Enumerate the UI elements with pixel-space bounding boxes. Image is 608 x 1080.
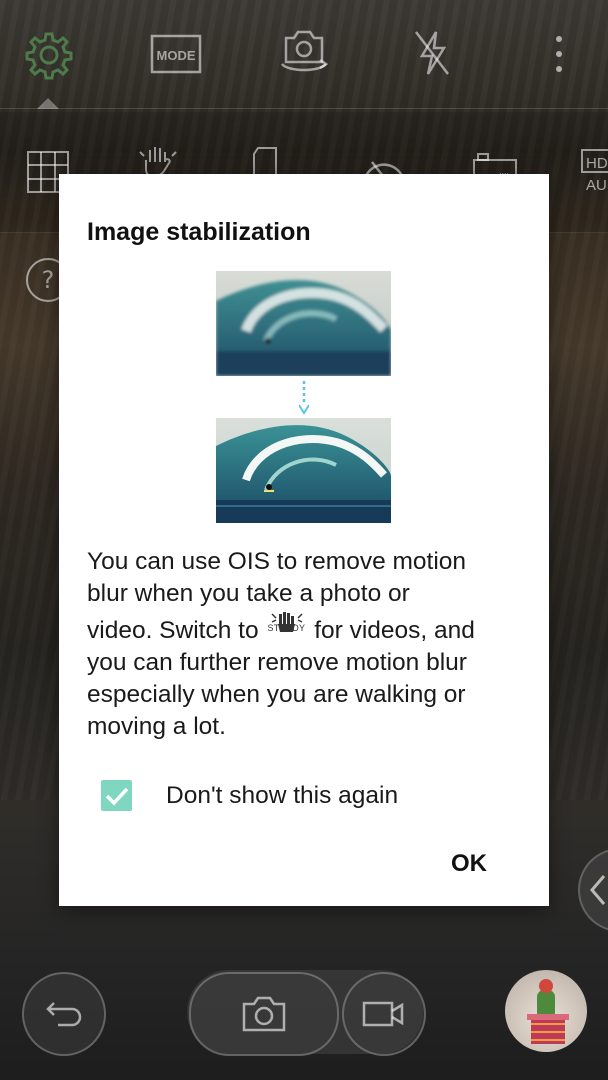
gallery-thumbnail[interactable]	[505, 970, 587, 1052]
desc-line-2: blur when you take a photo or	[87, 580, 410, 607]
video-camera-icon	[362, 1001, 404, 1027]
flash-off-icon[interactable]	[410, 28, 454, 78]
back-arrow-icon	[46, 1002, 82, 1027]
photo-capture-button[interactable]	[189, 972, 339, 1056]
back-button[interactable]	[22, 972, 106, 1056]
blurred-wave-image	[216, 271, 391, 376]
svg-text:MODE: MODE	[157, 48, 196, 63]
desc-line-6: moving a lot.	[87, 713, 226, 740]
ok-button[interactable]: OK	[451, 850, 487, 878]
camera-icon	[242, 996, 286, 1032]
steady-label: STEADY	[267, 623, 306, 633]
steady-mode-icon: STEADY	[265, 610, 307, 644]
mode-icon[interactable]: MODE	[150, 34, 202, 74]
dont-show-again-checkbox[interactable]	[101, 780, 132, 811]
checkmark-icon	[105, 787, 128, 806]
hdr-label: HD	[586, 155, 608, 172]
dialog-description: You can use OIS to remove motion blur wh…	[87, 546, 527, 743]
sharp-wave-image	[216, 418, 391, 523]
video-record-button[interactable]	[342, 972, 426, 1056]
more-icon[interactable]	[546, 32, 572, 76]
desc-line-1: You can use OIS to remove motion	[87, 548, 467, 575]
desc-line-3-post: for videos, and	[314, 617, 475, 644]
camera-top-bar: MODE	[0, 0, 608, 109]
cactus-thumbnail-image	[527, 979, 569, 1044]
image-stabilization-dialog: Image stabilization You can use OIS to r…	[59, 174, 549, 906]
camera-screen: MODE .... HD AU ? Image stabilization Yo…	[0, 0, 608, 1080]
selected-indicator	[37, 98, 59, 109]
hdr-auto-icon[interactable]: HD AU	[580, 148, 608, 196]
arrow-down-icon	[299, 381, 309, 415]
settings-icon[interactable]	[22, 28, 76, 82]
desc-line-4: you can further remove motion blur	[87, 649, 467, 676]
dont-show-again-label: Don't show this again	[166, 781, 399, 809]
dont-show-again-row[interactable]: Don't show this again	[101, 780, 398, 811]
desc-line-3: video. Switch to STEADY for videos, and	[87, 610, 527, 647]
switch-camera-icon[interactable]	[276, 26, 332, 78]
desc-line-3-pre: video. Switch to	[87, 617, 259, 644]
dialog-title: Image stabilization	[87, 218, 311, 246]
auto-label: AU	[586, 177, 607, 194]
desc-line-5: especially when you are walking or	[87, 681, 466, 708]
chevron-left-icon	[590, 875, 606, 905]
